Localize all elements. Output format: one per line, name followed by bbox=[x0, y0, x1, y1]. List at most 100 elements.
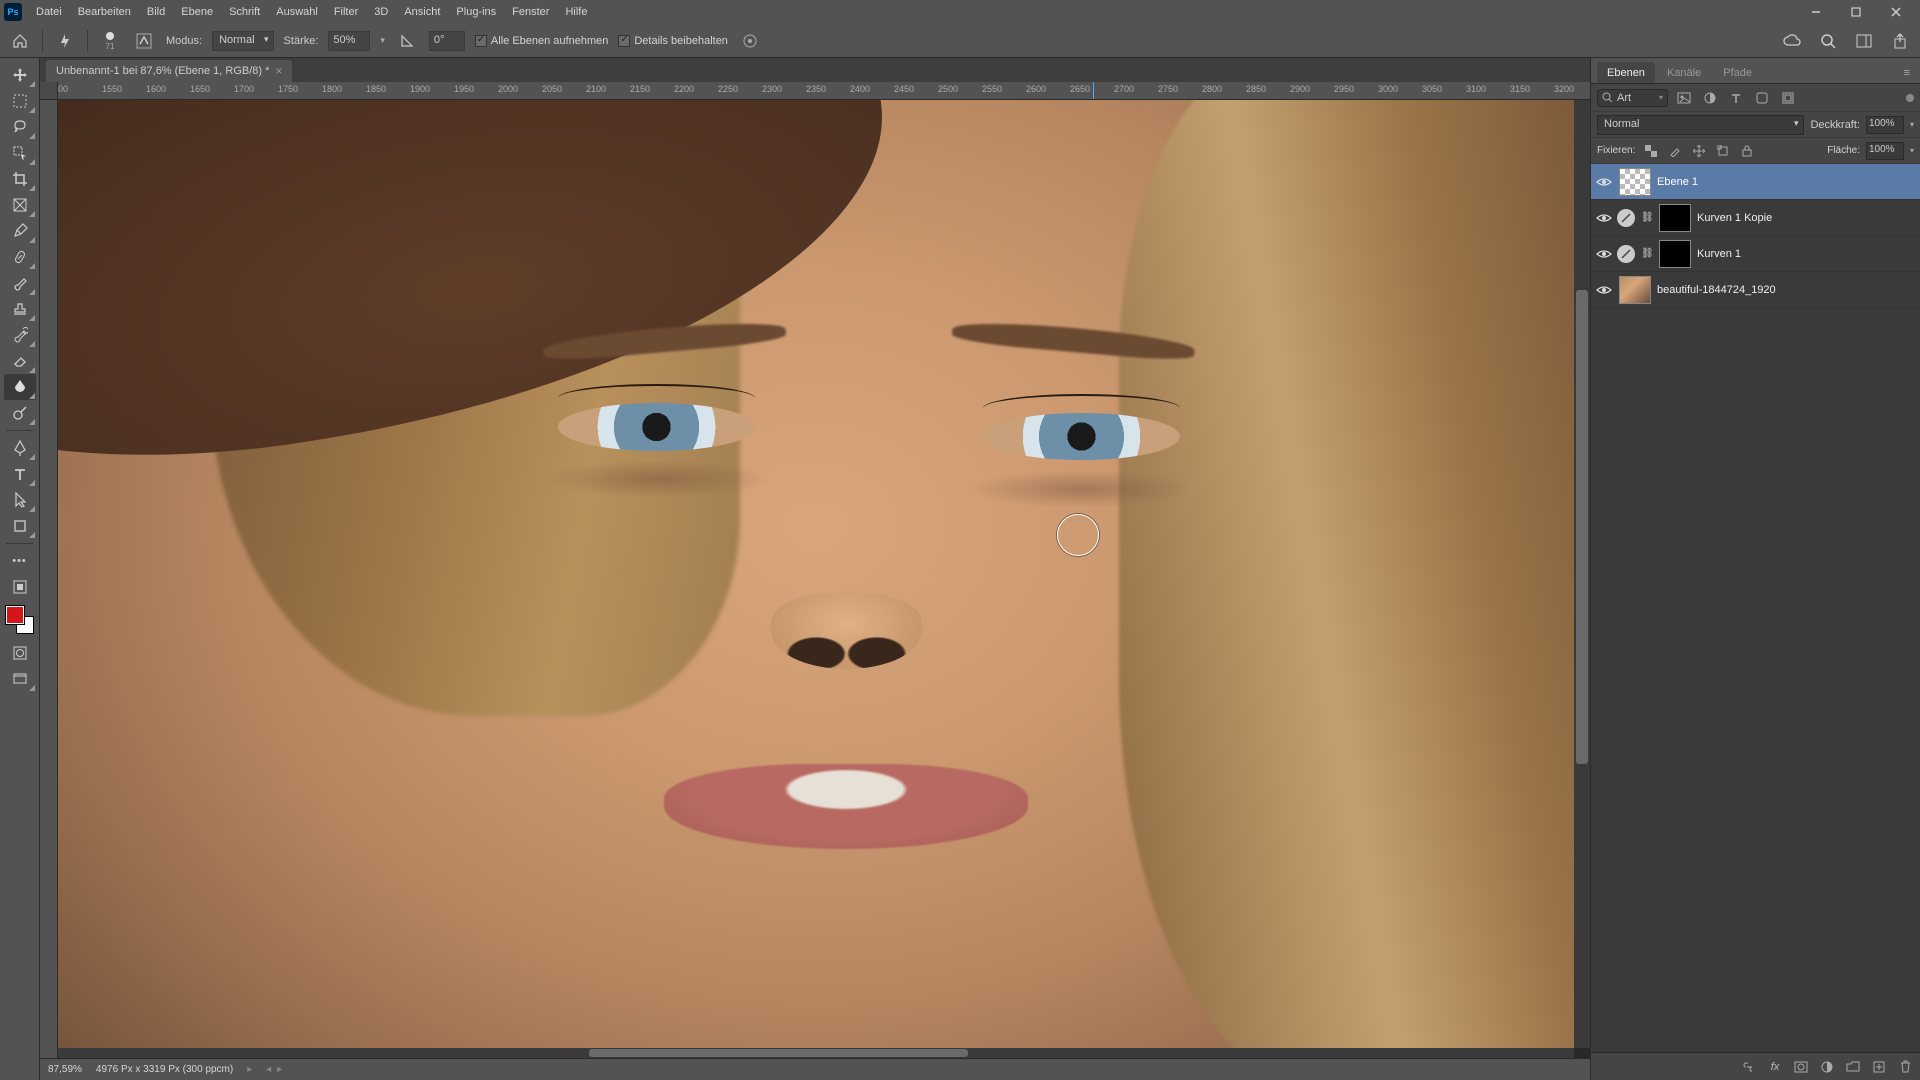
filter-smart-icon[interactable] bbox=[1778, 88, 1798, 108]
layer-filter-select[interactable]: ▾ bbox=[1597, 89, 1668, 107]
workspace-icon[interactable] bbox=[1852, 29, 1876, 53]
history-brush-tool[interactable] bbox=[4, 322, 36, 348]
scrollbar-thumb[interactable] bbox=[589, 1049, 968, 1057]
layer-row[interactable]: ⛓ Kurven 1 Kopie bbox=[1591, 200, 1920, 236]
layer-name[interactable]: Kurven 1 Kopie bbox=[1697, 212, 1772, 224]
layer-name[interactable]: beautiful-1844724_1920 bbox=[1657, 284, 1776, 296]
mask-thumbnail[interactable] bbox=[1659, 240, 1691, 268]
brush-preset-picker[interactable]: 71 bbox=[98, 29, 122, 53]
menu-layer[interactable]: Ebene bbox=[173, 2, 221, 22]
visibility-toggle[interactable] bbox=[1595, 245, 1613, 263]
fill-dropdown-icon[interactable]: ▾ bbox=[1910, 146, 1914, 155]
menu-file[interactable]: Datei bbox=[28, 2, 70, 22]
filter-text-icon[interactable] bbox=[1726, 88, 1746, 108]
link-layers-icon[interactable] bbox=[1740, 1057, 1758, 1077]
tab-channels[interactable]: Kanäle bbox=[1657, 62, 1711, 83]
menu-image[interactable]: Bild bbox=[139, 2, 173, 22]
pressure-icon[interactable] bbox=[738, 29, 762, 53]
crop-tool[interactable] bbox=[4, 166, 36, 192]
edit-toolbar-icon[interactable] bbox=[4, 574, 36, 600]
ruler-vertical[interactable] bbox=[40, 100, 58, 1058]
tab-layers[interactable]: Ebenen bbox=[1597, 62, 1655, 83]
mask-link-icon[interactable]: ⛓ bbox=[1641, 212, 1653, 223]
lasso-tool[interactable] bbox=[4, 114, 36, 140]
layer-row[interactable]: ⛓Kurven 1 bbox=[1591, 236, 1920, 272]
marquee-tool[interactable] bbox=[4, 88, 36, 114]
text-tool[interactable] bbox=[4, 461, 36, 487]
filter-toggle-icon[interactable] bbox=[1906, 94, 1914, 102]
visibility-toggle[interactable] bbox=[1595, 209, 1613, 227]
menu-edit[interactable]: Bearbeiten bbox=[70, 2, 139, 22]
window-close-button[interactable] bbox=[1876, 0, 1916, 24]
angle-icon[interactable] bbox=[395, 29, 419, 53]
window-maximize-button[interactable] bbox=[1836, 0, 1876, 24]
blend-mode-select[interactable]: Normal bbox=[1597, 115, 1804, 135]
layer-row[interactable]: beautiful-1844724_1920 bbox=[1591, 272, 1920, 308]
lock-position-icon[interactable] bbox=[1689, 141, 1709, 161]
fill-input[interactable]: 100% bbox=[1866, 142, 1904, 160]
foreground-color-swatch[interactable] bbox=[6, 606, 24, 624]
color-swatches[interactable] bbox=[6, 606, 34, 634]
menu-type[interactable]: Schrift bbox=[221, 2, 268, 22]
shape-tool[interactable] bbox=[4, 513, 36, 539]
healing-tool[interactable] bbox=[4, 244, 36, 270]
filter-adjust-icon[interactable] bbox=[1700, 88, 1720, 108]
menu-select[interactable]: Auswahl bbox=[268, 2, 326, 22]
screen-mode-icon[interactable] bbox=[4, 666, 36, 692]
tab-paths[interactable]: Pfade bbox=[1713, 62, 1762, 83]
brush-tool[interactable] bbox=[4, 270, 36, 296]
visibility-toggle[interactable] bbox=[1595, 281, 1613, 299]
menu-filter[interactable]: Filter bbox=[326, 2, 366, 22]
preserve-detail-checkbox[interactable]: Details beibehalten bbox=[618, 35, 728, 47]
tool-preset-icon[interactable] bbox=[53, 29, 77, 53]
filter-pixel-icon[interactable] bbox=[1674, 88, 1694, 108]
lock-transparency-icon[interactable] bbox=[1641, 141, 1661, 161]
visibility-toggle[interactable] bbox=[1595, 173, 1613, 191]
zoom-level[interactable]: 87,59% bbox=[48, 1064, 82, 1075]
filter-shape-icon[interactable] bbox=[1752, 88, 1772, 108]
mask-thumbnail[interactable] bbox=[1659, 204, 1691, 232]
cloud-icon[interactable] bbox=[1780, 29, 1804, 53]
document-tab[interactable]: Unbenannt-1 bei 87,6% (Ebene 1, RGB/8) *… bbox=[46, 60, 292, 82]
panel-menu-icon[interactable]: ≡ bbox=[1900, 63, 1914, 83]
menu-3d[interactable]: 3D bbox=[366, 2, 396, 22]
layer-name[interactable]: Kurven 1 bbox=[1697, 248, 1741, 260]
move-tool[interactable] bbox=[4, 62, 36, 88]
opacity-input[interactable]: 100% bbox=[1866, 116, 1904, 134]
layer-filter-input[interactable] bbox=[1617, 92, 1655, 104]
scrollbar-vertical[interactable] bbox=[1574, 100, 1590, 1048]
new-layer-icon[interactable] bbox=[1870, 1057, 1888, 1077]
menu-plugins[interactable]: Plug-ins bbox=[448, 2, 504, 22]
eyedropper-tool[interactable] bbox=[4, 218, 36, 244]
more-tools[interactable]: ••• bbox=[4, 548, 36, 574]
scrollbar-thumb[interactable] bbox=[1576, 290, 1588, 764]
canvas-viewport[interactable] bbox=[58, 100, 1590, 1058]
lock-all-icon[interactable] bbox=[1737, 141, 1757, 161]
eraser-tool[interactable] bbox=[4, 348, 36, 374]
trash-icon[interactable] bbox=[1896, 1057, 1914, 1077]
layer-thumbnail[interactable] bbox=[1619, 276, 1651, 304]
menu-help[interactable]: Hilfe bbox=[557, 2, 595, 22]
mask-icon[interactable] bbox=[1792, 1057, 1810, 1077]
search-icon[interactable] bbox=[1816, 29, 1840, 53]
scrollbar-horizontal[interactable] bbox=[58, 1048, 1574, 1058]
angle-input[interactable]: 0° bbox=[429, 31, 465, 51]
menu-window[interactable]: Fenster bbox=[504, 2, 557, 22]
frame-tool[interactable] bbox=[4, 192, 36, 218]
strength-dropdown-icon[interactable]: ▾ bbox=[380, 35, 385, 46]
home-icon[interactable] bbox=[8, 29, 32, 53]
lock-artboard-icon[interactable] bbox=[1713, 141, 1733, 161]
quick-mask-icon[interactable] bbox=[4, 640, 36, 666]
ruler-origin[interactable] bbox=[40, 82, 58, 100]
ruler-horizontal[interactable]: 0015501600165017001750180018501900195020… bbox=[40, 82, 1590, 100]
layer-name[interactable]: Ebene 1 bbox=[1657, 176, 1698, 188]
sample-all-checkbox[interactable]: Alle Ebenen aufnehmen bbox=[475, 35, 608, 47]
opacity-dropdown-icon[interactable]: ▾ bbox=[1910, 120, 1914, 129]
window-minimize-button[interactable] bbox=[1796, 0, 1836, 24]
path-select-tool[interactable] bbox=[4, 487, 36, 513]
dodge-tool[interactable] bbox=[4, 400, 36, 426]
status-nav[interactable]: ◂▸ bbox=[266, 1064, 282, 1075]
fx-icon[interactable]: fx bbox=[1766, 1057, 1784, 1077]
layer-row[interactable]: Ebene 1 bbox=[1591, 164, 1920, 200]
menu-view[interactable]: Ansicht bbox=[396, 2, 448, 22]
